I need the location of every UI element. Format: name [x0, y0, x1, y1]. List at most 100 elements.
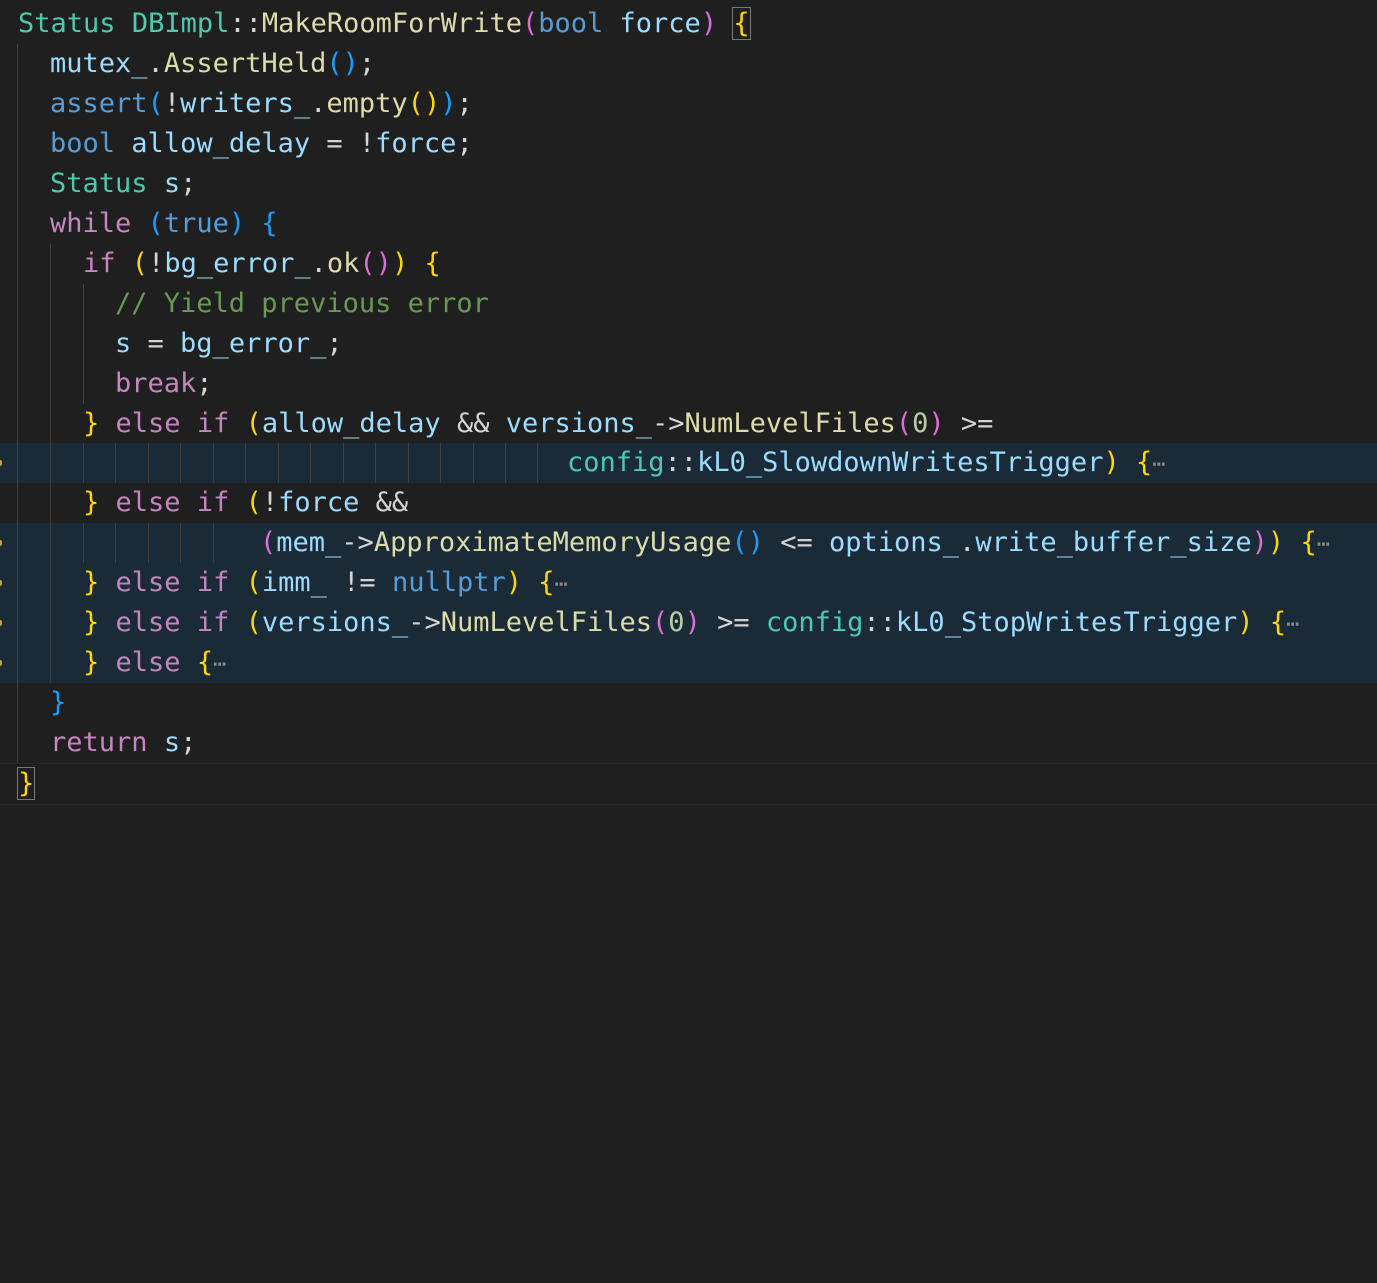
- token: !: [261, 487, 279, 518]
- token: {: [261, 208, 278, 239]
- token: (: [245, 607, 262, 638]
- token: {: [424, 248, 441, 279]
- code-editor[interactable]: Status DBImpl::MakeRoomForWrite(bool for…: [0, 0, 1377, 809]
- token: ;: [180, 168, 197, 199]
- code-line-6[interactable]: while (true) {: [0, 204, 1377, 244]
- code-line-9[interactable]: s = bg_error_;: [0, 324, 1377, 364]
- token: force: [375, 128, 457, 159]
- line-content: }: [16, 764, 36, 804]
- indent-guide: [17, 443, 18, 483]
- folded-ellipsis-icon[interactable]: ⋯: [1152, 452, 1165, 477]
- code-line-15[interactable]: } else if (imm_ != nullptr) {⋯: [0, 563, 1377, 603]
- comment: // Yield previous error: [115, 288, 489, 319]
- indent-guide: [50, 523, 51, 563]
- token: (: [245, 408, 262, 439]
- indent-guide: [473, 443, 474, 483]
- token: while: [50, 208, 132, 239]
- code-line-12[interactable]: config::kL0_SlowdownWritesTrigger) {⋯: [0, 443, 1377, 483]
- code-line-3[interactable]: assert(!writers_.empty());: [0, 84, 1377, 124]
- code-line-17[interactable]: } else {⋯: [0, 643, 1377, 683]
- code-line-5[interactable]: Status s;: [0, 164, 1377, 204]
- token: force: [278, 487, 360, 518]
- indent-guide: [17, 683, 18, 723]
- indent-guide: [115, 443, 116, 483]
- token: }: [50, 687, 67, 718]
- folded-ellipsis-icon[interactable]: ⋯: [213, 652, 226, 677]
- indent-guide: [50, 483, 51, 523]
- code-line-13[interactable]: } else if (!force &&: [0, 483, 1377, 523]
- indent-guide: [408, 443, 409, 483]
- token: ::: [229, 8, 262, 39]
- token: ): [1267, 527, 1285, 558]
- code-line-10[interactable]: break;: [0, 364, 1377, 404]
- code-line-2[interactable]: mutex_.AssertHeld();: [0, 44, 1377, 84]
- indent-guide: [115, 523, 116, 563]
- indent-guide: [17, 44, 18, 84]
- folded-ellipsis-icon[interactable]: ⋯: [1317, 532, 1330, 557]
- code-line-4[interactable]: bool allow_delay = !force;: [0, 124, 1377, 164]
- token: versions_: [505, 408, 653, 439]
- token: ): [342, 48, 359, 79]
- indent-guide: [17, 164, 18, 204]
- token: ;: [456, 128, 473, 159]
- code-line-18[interactable]: }: [0, 683, 1377, 723]
- indent-guide: [17, 84, 18, 124]
- line-content: break;: [115, 364, 213, 404]
- line-content: } else if (allow_delay && versions_->Num…: [83, 404, 993, 444]
- token: ;: [326, 328, 343, 359]
- line-content: mutex_.AssertHeld();: [50, 44, 375, 84]
- token: ): [700, 8, 718, 39]
- token: Status: [18, 8, 116, 39]
- code-line-1[interactable]: Status DBImpl::MakeRoomForWrite(bool for…: [0, 4, 1377, 44]
- line-content: s = bg_error_;: [115, 324, 343, 364]
- token: imm_: [261, 567, 327, 598]
- indent-guide: [17, 643, 18, 683]
- indent-guide: [537, 443, 538, 483]
- indent-guide: [17, 563, 18, 603]
- indent-guide: [180, 523, 181, 563]
- indent-guide: [50, 643, 51, 683]
- line-content: (mem_->ApproximateMemoryUsage() <= optio…: [260, 523, 1330, 565]
- line-content: }: [50, 683, 66, 723]
- token: =: [131, 328, 181, 359]
- code-line-20[interactable]: }: [0, 763, 1377, 805]
- indent-guide: [440, 443, 441, 483]
- token: return: [50, 727, 148, 758]
- token: kL0_SlowdownWritesTrigger: [697, 447, 1104, 478]
- indent-guide: [17, 603, 18, 643]
- token: }: [83, 408, 100, 439]
- line-content: Status DBImpl::MakeRoomForWrite(bool for…: [18, 4, 751, 44]
- token: ApproximateMemoryUsage: [373, 527, 732, 558]
- indent-guide: [17, 364, 18, 404]
- line-content: while (true) {: [50, 204, 278, 244]
- token: if: [196, 408, 230, 439]
- code-line-19[interactable]: return s;: [0, 723, 1377, 763]
- token: {: [196, 647, 214, 678]
- indent-guide: [17, 204, 18, 244]
- indent-guide: [50, 324, 51, 364]
- code-line-16[interactable]: } else if (versions_->NumLevelFiles(0) >…: [0, 603, 1377, 643]
- indent-guide: [17, 324, 18, 364]
- token: ): [1103, 447, 1120, 478]
- folded-ellipsis-icon[interactable]: ⋯: [555, 572, 568, 597]
- code-line-8[interactable]: // Yield previous error: [0, 284, 1377, 324]
- code-line-11[interactable]: } else if (allow_delay && versions_->Num…: [0, 404, 1377, 444]
- token: {: [1300, 527, 1317, 558]
- token: (: [407, 88, 424, 119]
- indent-guide: [17, 404, 18, 444]
- code-line-14[interactable]: (mem_->ApproximateMemoryUsage() <= optio…: [0, 523, 1377, 563]
- folded-ellipsis-icon[interactable]: ⋯: [1286, 612, 1299, 637]
- token: !: [163, 88, 181, 119]
- code-line-7[interactable]: if (!bg_error_.ok()) {: [0, 244, 1377, 284]
- token: (: [359, 248, 376, 279]
- token: s: [163, 168, 181, 199]
- line-content: Status s;: [50, 164, 196, 204]
- token: (: [245, 487, 262, 518]
